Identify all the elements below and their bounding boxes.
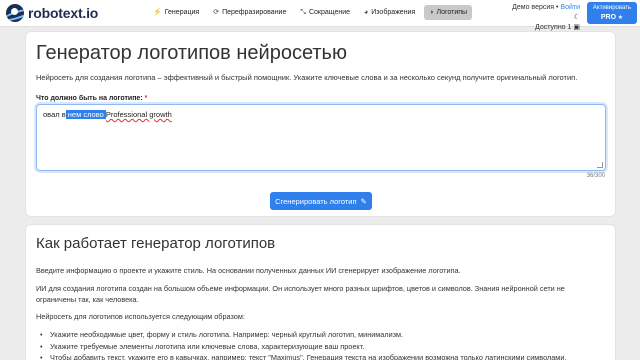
available-count: Доступно 1 <box>535 24 572 31</box>
how-paragraph-2: ИИ для создания логотипа создан на больш… <box>36 284 565 304</box>
required-mark: * <box>144 95 148 102</box>
prompt-text-selected: нем слово <box>65 110 106 119</box>
generator-card: Генератор логотипов нейросетью Нейросеть… <box>25 31 616 217</box>
nav-images[interactable]: ◕ Изображения <box>359 5 420 20</box>
bolt-icon: ⚡ <box>153 9 162 16</box>
top-navbar: robotext.io ⚡ Генерация ⟳ Перефразирован… <box>0 0 640 31</box>
logo-icon: ◑ <box>429 9 434 16</box>
section-title: Как работает генератор логотипов <box>36 235 276 252</box>
how-steps-list: Укажите необходимые цвет, форму и стиль … <box>36 329 596 360</box>
nav-logos[interactable]: ◑ Логотипы <box>424 5 473 20</box>
page-title: Генератор логотипов нейросетью <box>36 42 347 64</box>
how-paragraph-3: Нейросеть для логотипов используется сле… <box>36 312 245 321</box>
logo-prompt-textarea[interactable]: овал в нем слово Professional growth <box>36 104 606 171</box>
list-item: Укажите необходимые цвет, форму и стиль … <box>36 329 596 341</box>
compress-icon: ⤡ <box>300 9 306 16</box>
nav-shortening[interactable]: ⤡ Сокращение <box>295 5 355 20</box>
intro-text: Нейросеть для создания логотипа – эффект… <box>36 73 578 82</box>
main-nav: ⚡ Генерация ⟳ Перефразирование ⤡ Сокраще… <box>148 5 473 20</box>
prompt-text-before: овал в <box>43 110 66 119</box>
list-item: Чтобы добавить текст, укажите его в кавы… <box>36 352 596 360</box>
resize-handle[interactable] <box>597 162 603 168</box>
login-link[interactable]: Войти <box>560 4 580 11</box>
coin-icon: ▣ <box>573 24 580 31</box>
demo-label: Демо версия <box>512 4 555 11</box>
how-it-works-card: Как работает генератор логотипов Введите… <box>25 224 616 360</box>
moon-icon[interactable]: ☾ <box>574 14 580 21</box>
nav-shortening-label: Сокращение <box>308 9 351 16</box>
nav-generation-label: Генерация <box>164 9 200 16</box>
nav-logos-label: Логотипы <box>436 9 468 16</box>
refresh-icon: ⟳ <box>213 9 220 16</box>
nav-generation[interactable]: ⚡ Генерация <box>148 5 204 20</box>
nav-images-label: Изображения <box>371 9 416 16</box>
palette-icon: ◕ <box>364 9 369 16</box>
pro-label: PRO <box>600 14 617 21</box>
planet-logo-icon <box>6 4 24 22</box>
star-icon: ★ <box>617 15 624 21</box>
prompt-text-misspelled: Professional growth <box>105 110 172 119</box>
generate-button-label: Сгенерировать логотип <box>275 196 357 206</box>
how-paragraph-1: Введите информацию о проекте и укажите с… <box>36 266 461 275</box>
demo-info: Демо версия • Войти ☾ Доступно 1 ▣ <box>512 4 580 31</box>
nav-paraphrase-label: Перефразирование <box>222 9 287 16</box>
pencil-icon: ✎ <box>360 196 367 206</box>
nav-paraphrase[interactable]: ⟳ Перефразирование <box>208 5 291 20</box>
activate-pro-button[interactable]: Активировать PRO ★ <box>587 2 637 24</box>
list-item: Укажите требуемые элементы логотипа или … <box>36 341 596 353</box>
char-counter: 36/300 <box>586 173 605 179</box>
activate-label: Активировать <box>592 5 632 11</box>
logo-text: robotext.io <box>28 5 99 21</box>
generate-logo-button[interactable]: Сгенерировать логотип ✎ <box>270 192 372 210</box>
prompt-label-text: Что должно быть на логотипе: <box>36 95 143 102</box>
site-logo[interactable]: robotext.io <box>6 4 98 22</box>
prompt-label: Что должно быть на логотипе: * <box>36 95 147 102</box>
